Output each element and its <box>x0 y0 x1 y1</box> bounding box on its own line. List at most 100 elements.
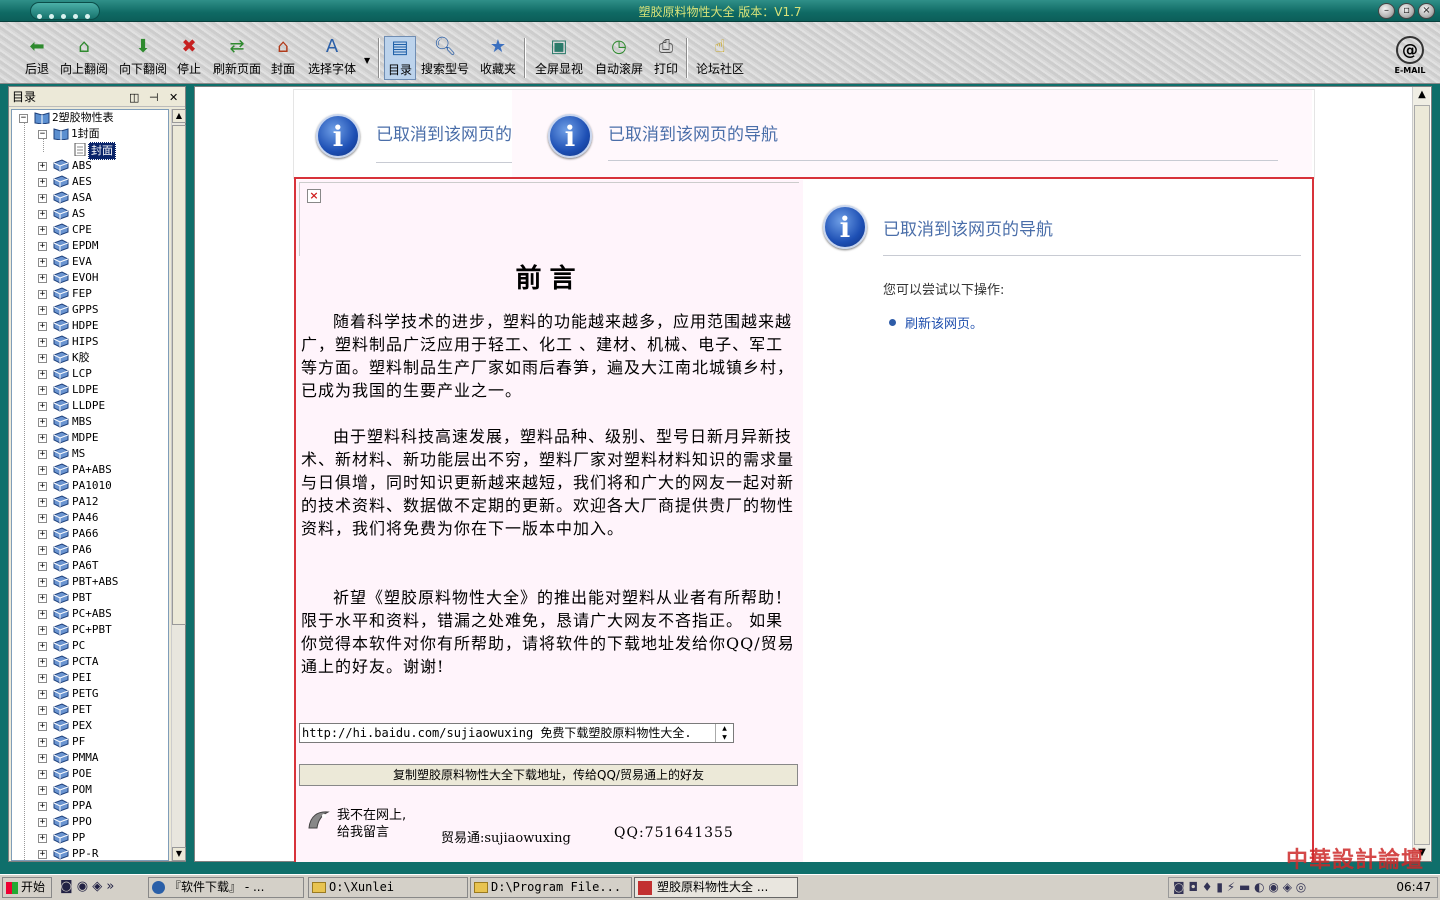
tree-node-material[interactable]: + HIPS <box>12 334 168 350</box>
select-font-button[interactable]: A 选择字体 <box>304 36 360 80</box>
tree-node-material[interactable]: + PPA <box>12 798 168 814</box>
fullscreen-button[interactable]: ▣ 全屏显视 <box>533 36 585 80</box>
tree-node-material[interactable]: + PC+ABS <box>12 606 168 622</box>
tree-node-material[interactable]: + AES <box>12 174 168 190</box>
expand-icon[interactable]: + <box>38 418 47 427</box>
expand-icon[interactable]: + <box>38 658 47 667</box>
download-url-field[interactable]: http://hi.baidu.com/sujiaowuxing 免费下载塑胶原… <box>299 723 734 743</box>
favorites-button[interactable]: ★ 收藏夹 <box>478 36 518 80</box>
tray-icons[interactable]: ◙ ◘ ♦ ▮ ⚡ ▬ ◐ ◉ ◈ ◎ <box>1173 878 1306 897</box>
expand-icon[interactable]: + <box>38 258 47 267</box>
close-button[interactable]: × <box>1418 3 1435 19</box>
print-button[interactable]: ⎙ 打印 <box>652 36 680 80</box>
pin-icon[interactable]: ⊣ <box>149 88 159 108</box>
tree-node-material[interactable]: + EVA <box>12 254 168 270</box>
tree-node-material[interactable]: + PETG <box>12 686 168 702</box>
tree-node-material[interactable]: + ASA <box>12 190 168 206</box>
tree-node-material[interactable]: + CPE <box>12 222 168 238</box>
collapse-icon[interactable]: − <box>38 130 47 139</box>
expand-icon[interactable]: + <box>38 834 47 843</box>
tree-node-material[interactable]: + GPPS <box>12 302 168 318</box>
expand-icon[interactable]: + <box>38 706 47 715</box>
expand-icon[interactable]: + <box>38 674 47 683</box>
tree-node-material[interactable]: + MS <box>12 446 168 462</box>
task-button-active[interactable]: 塑胶原料物性大全 ... <box>634 877 798 898</box>
expand-icon[interactable]: + <box>38 386 47 395</box>
messenger-icon[interactable] <box>306 808 332 834</box>
content-scrollbar[interactable]: ▲ ▼ <box>1412 87 1430 861</box>
expand-icon[interactable]: + <box>38 690 47 699</box>
tree-node-material[interactable]: + PA6 <box>12 542 168 558</box>
restore-button[interactable]: ▫ <box>1398 3 1415 19</box>
tree-node-material[interactable]: + PP <box>12 830 168 846</box>
tree-node-material[interactable]: + LLDPE <box>12 398 168 414</box>
task-button[interactable]: D:\Program File... <box>470 877 632 898</box>
url-spinner-icon[interactable]: ▲ ▼ <box>715 724 733 742</box>
tree-node-material[interactable]: + PEI <box>12 670 168 686</box>
expand-icon[interactable]: + <box>38 626 47 635</box>
expand-icon[interactable]: + <box>38 322 47 331</box>
expand-icon[interactable]: + <box>38 450 47 459</box>
panel-dock-icon[interactable]: ◫ <box>129 88 139 108</box>
tree-node-material[interactable]: + K胶 <box>12 350 168 366</box>
font-dropdown-arrow-icon[interactable]: ▼ <box>364 56 370 65</box>
tree-node-material[interactable]: + FEP <box>12 286 168 302</box>
expand-icon[interactable]: + <box>38 402 47 411</box>
expand-icon[interactable]: + <box>38 242 47 251</box>
expand-icon[interactable]: + <box>38 850 47 859</box>
tree-node-material[interactable]: + PEX <box>12 718 168 734</box>
tree-node-material[interactable]: + POM <box>12 782 168 798</box>
search-model-button[interactable]: 🔍︎ 搜索型号 <box>420 36 470 80</box>
minimize-button[interactable]: – <box>1378 3 1395 19</box>
forum-button[interactable]: ☝ 论坛社区 <box>694 36 746 80</box>
scroll-up-arrow-icon[interactable]: ▲ <box>172 109 186 123</box>
tree-node-material[interactable]: + PA46 <box>12 510 168 526</box>
refresh-page-link[interactable]: 刷新该网页。 <box>905 313 983 332</box>
autoscroll-button[interactable]: ◷ 自动滚屏 <box>594 36 644 80</box>
expand-icon[interactable]: + <box>38 818 47 827</box>
expand-icon[interactable]: + <box>38 546 47 555</box>
expand-icon[interactable]: + <box>38 434 47 443</box>
tree-node-cover-folder[interactable]: − 1封面 <box>12 126 168 142</box>
expand-icon[interactable]: + <box>38 802 47 811</box>
email-button[interactable]: @ E-MAIL <box>1388 36 1432 80</box>
tree-node-material[interactable]: + PA12 <box>12 494 168 510</box>
expand-icon[interactable]: + <box>38 210 47 219</box>
expand-icon[interactable]: + <box>38 562 47 571</box>
toc-scrollbar[interactable]: ▲ ▼ <box>171 109 186 861</box>
tree-node-material[interactable]: + AS <box>12 206 168 222</box>
tree-node-material[interactable]: + PCTA <box>12 654 168 670</box>
expand-icon[interactable]: + <box>38 722 47 731</box>
expand-icon[interactable]: + <box>38 786 47 795</box>
back-button[interactable]: ⬅ 后退 <box>20 36 54 80</box>
expand-icon[interactable]: + <box>38 226 47 235</box>
tree-node-material[interactable]: + MDPE <box>12 430 168 446</box>
expand-icon[interactable]: + <box>38 466 47 475</box>
page-up-button[interactable]: ⌂ 向上翻阅 <box>58 36 110 80</box>
expand-icon[interactable]: + <box>38 162 47 171</box>
expand-icon[interactable]: + <box>38 178 47 187</box>
expand-icon[interactable]: + <box>38 642 47 651</box>
cover-button[interactable]: ⌂ 封面 <box>268 36 298 80</box>
expand-icon[interactable]: + <box>38 770 47 779</box>
tree-node-material[interactable]: + PF <box>12 734 168 750</box>
tree-node-cover-page[interactable]: 封面 <box>12 142 168 160</box>
scroll-thumb[interactable] <box>172 125 186 625</box>
expand-icon[interactable]: + <box>38 738 47 747</box>
close-panel-icon[interactable]: ✕ <box>169 88 178 108</box>
tree-node-material[interactable]: + PC+PBT <box>12 622 168 638</box>
refresh-button[interactable]: ⇄ 刷新页面 <box>210 36 264 80</box>
expand-icon[interactable]: + <box>38 354 47 363</box>
expand-icon[interactable]: + <box>38 754 47 763</box>
tree-node-material[interactable]: + PP-R <box>12 846 168 860</box>
expand-icon[interactable]: + <box>38 290 47 299</box>
quick-launch-icons[interactable]: ◙ ◉ ◈ » <box>60 879 114 894</box>
expand-icon[interactable]: + <box>38 306 47 315</box>
tree-node-material[interactable]: + PBT+ABS <box>12 574 168 590</box>
expand-icon[interactable]: + <box>38 498 47 507</box>
tree-node-material[interactable]: + PBT <box>12 590 168 606</box>
tree-node-material[interactable]: + PA1010 <box>12 478 168 494</box>
tree-node-root[interactable]: − 2塑胶物性表 <box>12 110 168 126</box>
expand-icon[interactable]: + <box>38 338 47 347</box>
collapse-icon[interactable]: − <box>19 114 28 123</box>
